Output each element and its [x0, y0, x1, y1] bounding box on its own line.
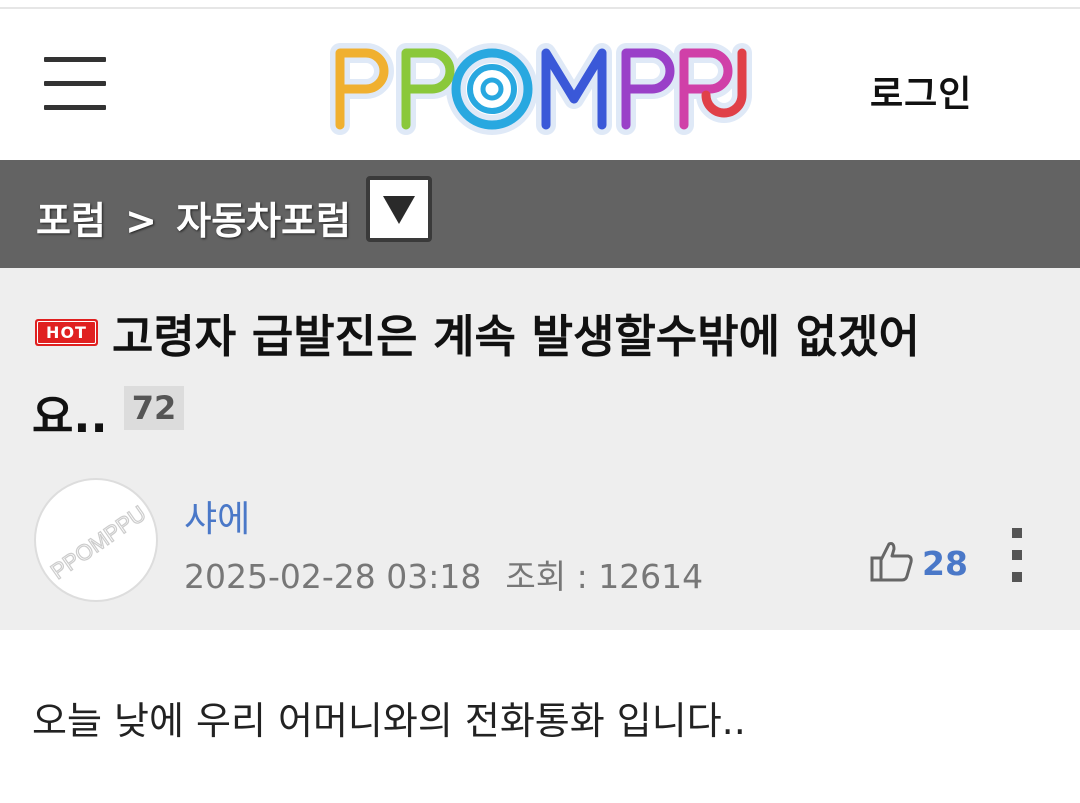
author-name[interactable]: 샤에: [184, 490, 250, 542]
post-title-line2: 요..: [32, 390, 108, 443]
breadcrumb: 포럼 > 자동차포럼: [36, 190, 351, 245]
top-divider: [0, 0, 1080, 9]
view-count: 조회 : 12614: [505, 557, 704, 596]
hot-badge: HOT: [35, 319, 98, 346]
thumbs-up-icon: [870, 542, 913, 582]
board-dropdown-button[interactable]: [366, 176, 432, 242]
avatar[interactable]: PPOMPPU: [34, 478, 158, 602]
ppomppu-logo[interactable]: [326, 37, 752, 137]
triangle-down-icon: [383, 196, 415, 224]
like-count: 28: [922, 544, 968, 583]
hamburger-icon[interactable]: [44, 57, 106, 113]
more-vertical-icon[interactable]: [1006, 526, 1028, 586]
comment-count[interactable]: 72: [124, 386, 184, 430]
post-datetime: 2025-02-28 03:18: [184, 557, 482, 596]
breadcrumb-board[interactable]: 자동차포럼: [176, 199, 351, 243]
site-header: 로그인: [0, 9, 1080, 160]
post-meta: 2025-02-28 03:18 조회 : 12614: [184, 550, 703, 598]
breadcrumb-forum[interactable]: 포럼: [36, 199, 106, 243]
post-title-line1: 고령자 급발진은 계속 발생할수밖에 없겠어: [112, 310, 920, 363]
breadcrumb-separator: >: [125, 199, 157, 243]
post-body: 오늘 낮에 우리 어머니와의 전화통화 입니다..: [32, 699, 746, 743]
svg-text:PPOMPPU: PPOMPPU: [46, 501, 150, 585]
breadcrumb-bar: 포럼 > 자동차포럼: [0, 160, 1080, 268]
login-button[interactable]: 로그인: [870, 65, 972, 117]
